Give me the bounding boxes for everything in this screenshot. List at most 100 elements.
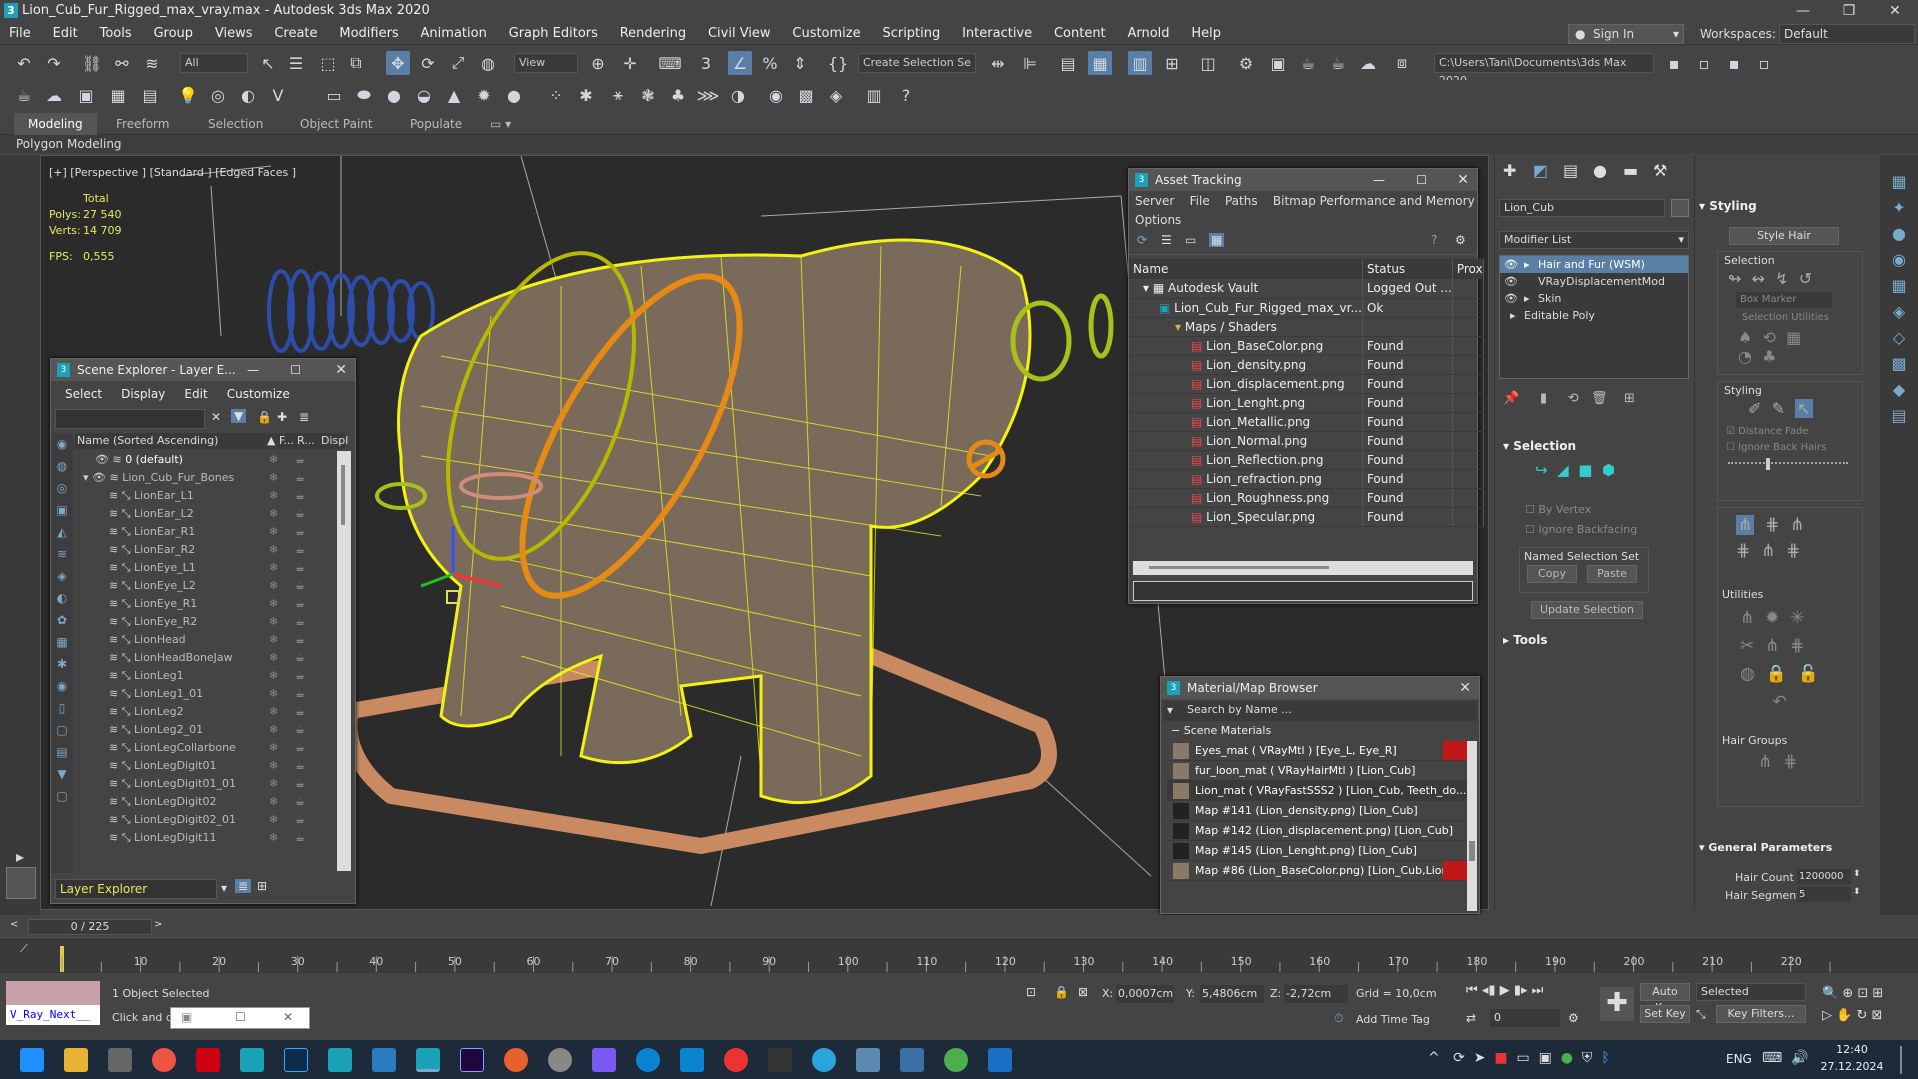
display-tab-icon[interactable]: ▬ xyxy=(1623,161,1638,180)
show-desktop-button[interactable] xyxy=(1900,1046,1902,1074)
show-end-result-icon[interactable]: ▮ xyxy=(1540,391,1547,406)
render-teapot-icon[interactable]: ☕ xyxy=(295,523,305,541)
freeze-icon[interactable]: ❄ xyxy=(269,631,278,649)
table-row[interactable]: ▤ Lion_Reflection.png Found xyxy=(1129,450,1484,470)
camera-app-icon[interactable] xyxy=(988,1048,1012,1072)
table-row[interactable]: ▤ Lion_Metallic.png Found xyxy=(1129,412,1484,432)
render-teapot-icon[interactable]: ☕ xyxy=(295,631,305,649)
selection-lock-icon[interactable]: 🔒 xyxy=(1054,985,1069,999)
rotate-icon[interactable]: ⟳ xyxy=(416,51,440,75)
keyboard-shortcut-override-icon[interactable]: ⌨ xyxy=(658,51,682,75)
absolute-mode-icon[interactable]: ⊠ xyxy=(1078,985,1088,999)
render-teapot-icon[interactable]: ☕ xyxy=(295,667,305,685)
menu-content[interactable]: Content xyxy=(1045,22,1115,45)
list-item[interactable]: ≋ ⤡ LionLegDigit11 ❄ ☕ xyxy=(75,829,335,847)
hair-segments-spinner[interactable]: ⬍ xyxy=(1853,887,1861,897)
render-teapot-icon[interactable]: ☕ xyxy=(295,577,305,595)
utorrent-icon[interactable] xyxy=(944,1048,968,1072)
render-iterative-icon[interactable]: ☕ xyxy=(1326,51,1350,75)
strand-icon[interactable]: ⬢ xyxy=(1602,461,1615,479)
menu-civil-view[interactable]: Civil View xyxy=(699,22,780,45)
material-item[interactable]: fur_loon_mat ( VRayHairMtl ) [Lion_Cub] xyxy=(1167,761,1467,781)
cone-icon[interactable]: ▲ xyxy=(442,83,466,107)
search-input[interactable] xyxy=(55,409,205,429)
table-row[interactable]: ▣ Lion_Cub_Fur_Rigged_max_vr... Ok xyxy=(1129,298,1484,318)
select-manipulate-icon[interactable]: ✛ xyxy=(618,51,642,75)
table-row[interactable]: ▾ ▦ Autodesk Vault Logged Out ... xyxy=(1129,279,1484,299)
select-tool-icon[interactable]: ↖ xyxy=(1795,399,1813,418)
scale-icon[interactable]: ⤢ xyxy=(446,51,470,75)
select-hair-icon-2[interactable]: ↭ xyxy=(1752,269,1765,288)
table-row[interactable]: ▤ Lion_refraction.png Found xyxy=(1129,469,1484,489)
place-icon[interactable]: ◍ xyxy=(476,51,500,75)
bowl-icon[interactable]: ◒ xyxy=(412,83,436,107)
pivot-center-icon[interactable]: ⊕ xyxy=(586,51,610,75)
freeze-icon[interactable]: ❄ xyxy=(269,541,278,559)
brush-size-slider[interactable] xyxy=(1728,458,1848,470)
freeze-icon[interactable]: ❄ xyxy=(269,793,278,811)
add-time-tag[interactable]: Add Time Tag xyxy=(1356,1013,1430,1026)
play-button-icon[interactable]: ▶ xyxy=(1500,983,1510,998)
start-icon[interactable] xyxy=(20,1048,44,1072)
close-icon[interactable]: ✕ xyxy=(335,359,347,381)
copy-button[interactable]: Copy xyxy=(1527,565,1577,583)
set-key-big-button[interactable]: ✚ xyxy=(1600,987,1634,1021)
sun-icon[interactable]: ✹ xyxy=(472,83,496,107)
next-key-icon[interactable]: ▮▸ xyxy=(1514,983,1528,998)
render-teapot-icon[interactable]: ☕ xyxy=(295,811,305,829)
after-effects-icon[interactable] xyxy=(460,1048,484,1072)
filter-icon[interactable]: ▼ xyxy=(231,409,247,423)
close-icon[interactable]: ✕ xyxy=(1459,677,1471,699)
fracture-icon[interactable]: ✱ xyxy=(574,83,598,107)
layer-explorer-icon[interactable]: ≣ xyxy=(235,879,252,893)
ring-icon[interactable]: ▦ xyxy=(1786,328,1801,347)
maxscript-listener[interactable] xyxy=(6,981,100,1005)
menu-paths[interactable]: Paths xyxy=(1225,194,1258,208)
eye-icon[interactable]: 👁 xyxy=(1504,273,1518,290)
reset-rest-icon[interactable]: ⋔ xyxy=(1765,636,1779,656)
fur-icon[interactable]: ⋙ xyxy=(696,83,720,107)
menu-graph-editors[interactable]: Graph Editors xyxy=(500,22,607,45)
eye-icon[interactable]: 👁 xyxy=(1504,290,1518,307)
col-freeze[interactable]: ▲ F... xyxy=(267,433,294,449)
box-marker-dropdown[interactable]: Box Marker xyxy=(1736,292,1832,308)
rect-selection-icon[interactable]: ⬚ xyxy=(316,51,340,75)
menu-scripting[interactable]: Scripting xyxy=(873,22,949,45)
search-input[interactable]: Search by Name ... xyxy=(1187,703,1292,716)
recomb-icon[interactable]: ✂ xyxy=(1740,636,1754,656)
list-item[interactable]: ≋ ⤡ LionLeg1_01 ❄ ☕ xyxy=(75,685,335,703)
render-teapot-icon[interactable]: ☕ xyxy=(295,487,305,505)
terminal-icon[interactable] xyxy=(768,1048,792,1072)
next-frame-icon[interactable]: > xyxy=(154,919,162,930)
photoshop-icon[interactable] xyxy=(284,1048,308,1072)
styling-header[interactable]: ▾ Styling xyxy=(1699,199,1757,213)
render-production-icon[interactable]: ☕ xyxy=(1296,51,1320,75)
make-unique-icon[interactable]: ⟲ xyxy=(1568,391,1579,406)
3dsmax-icon[interactable] xyxy=(240,1048,264,1072)
menu-file[interactable]: File xyxy=(1190,194,1210,208)
sphere-icon[interactable]: ● xyxy=(382,83,406,107)
menu-views[interactable]: Views xyxy=(206,22,262,45)
tray-display-icon[interactable]: ▣ xyxy=(1539,1050,1552,1066)
render-teapot-icon[interactable]: ☕ xyxy=(295,685,305,703)
window-crossing-icon[interactable]: ⧉ xyxy=(344,51,368,75)
render-teapot-icon[interactable]: ☕ xyxy=(295,451,305,469)
menu-tools[interactable]: Tools xyxy=(91,22,141,45)
time-slider[interactable]: 0 / 225 xyxy=(28,919,152,935)
render-teapot-icon[interactable]: ☕ xyxy=(295,703,305,721)
list-item[interactable]: ≋ ⤡ LionEye_L1 ❄ ☕ xyxy=(75,559,335,577)
list-item[interactable]: ≋ ⤡ LionLeg2_01 ❄ ☕ xyxy=(75,721,335,739)
menu-file[interactable]: File xyxy=(0,22,40,45)
key-mode-icon[interactable]: ⇄ xyxy=(1466,1011,1476,1025)
help-icon[interactable]: ? xyxy=(894,83,918,107)
z-coordinate-field[interactable]: -2,72cm xyxy=(1284,985,1348,1003)
freeze-icon[interactable]: ❄ xyxy=(269,451,278,469)
open-explorer-icon[interactable]: ▫ xyxy=(1752,51,1776,75)
close-button[interactable]: ✕ xyxy=(1872,0,1918,22)
scene-explorer-header[interactable]: 3 Scene Explorer - Layer E... — ☐ ✕ xyxy=(51,359,355,381)
file-explorer-icon[interactable] xyxy=(64,1048,88,1072)
percent-snap-icon[interactable]: % xyxy=(758,51,782,75)
menu-select[interactable]: Select xyxy=(65,387,102,401)
table-row[interactable]: ▤ Lion_Normal.png Found xyxy=(1129,431,1484,451)
object-name-field[interactable]: Lion_Cub xyxy=(1499,199,1665,217)
